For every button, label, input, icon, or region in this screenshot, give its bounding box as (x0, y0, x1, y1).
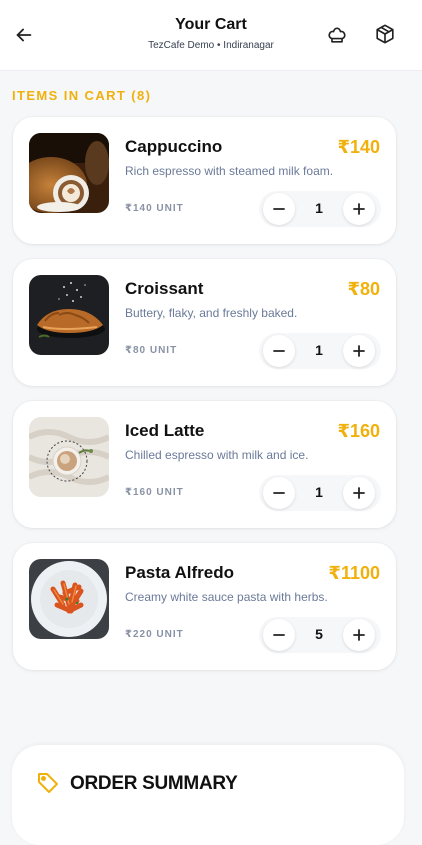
item-description: Chilled espresso with milk and ice. (125, 448, 309, 462)
quantity-stepper: 1 (259, 333, 381, 369)
plus-icon (353, 203, 365, 215)
plus-icon (353, 629, 365, 641)
kitchen-button[interactable] (325, 22, 349, 46)
cart-item-card: Pasta Alfredo ₹1100 Creamy white sauce p… (13, 543, 396, 670)
plus-icon (353, 345, 365, 357)
app-header: Your Cart TezCafe Demo • Indiranagar (0, 0, 422, 71)
plus-icon (353, 487, 365, 499)
page-title: Your Cart (175, 16, 247, 33)
decrease-quantity-button[interactable] (263, 335, 295, 367)
minus-icon (273, 350, 285, 352)
item-description: Creamy white sauce pasta with herbs. (125, 590, 328, 604)
item-total-price: ₹140 (337, 137, 380, 157)
minus-icon (273, 492, 285, 494)
item-unit-price: ₹80 UNIT (125, 345, 178, 356)
item-unit-price: ₹160 UNIT (125, 487, 184, 498)
quantity-stepper: 5 (259, 617, 381, 653)
quantity-value: 1 (315, 484, 323, 500)
item-name: Croissant (125, 279, 204, 298)
decrease-quantity-button[interactable] (263, 477, 295, 509)
item-name: Pasta Alfredo (125, 563, 234, 582)
item-name: Iced Latte (125, 421, 205, 440)
item-description: Buttery, flaky, and freshly baked. (125, 306, 298, 320)
quantity-value: 5 (315, 626, 323, 642)
item-image (29, 559, 109, 639)
package-icon (376, 24, 394, 44)
increase-quantity-button[interactable] (343, 619, 375, 651)
order-summary-panel: ORDER SUMMARY (12, 745, 404, 845)
item-description: Rich espresso with steamed milk foam. (125, 164, 334, 178)
item-image (29, 133, 109, 213)
orders-button[interactable] (373, 22, 397, 46)
decrease-quantity-button[interactable] (263, 619, 295, 651)
item-unit-price: ₹140 UNIT (125, 203, 184, 214)
item-image (29, 417, 109, 497)
quantity-value: 1 (315, 342, 323, 358)
item-unit-price: ₹220 UNIT (125, 629, 184, 640)
quantity-stepper: 1 (259, 475, 381, 511)
decrease-quantity-button[interactable] (263, 193, 295, 225)
quantity-value: 1 (315, 200, 323, 216)
increase-quantity-button[interactable] (343, 335, 375, 367)
cart-section-label: ITEMS IN CART (8) (12, 88, 152, 103)
increase-quantity-button[interactable] (343, 193, 375, 225)
tag-icon (36, 771, 60, 795)
item-image (29, 275, 109, 355)
item-total-price: ₹160 (337, 421, 380, 441)
item-total-price: ₹80 (347, 279, 380, 299)
minus-icon (273, 208, 285, 210)
order-summary-title: ORDER SUMMARY (70, 773, 238, 794)
item-name: Cappuccino (125, 137, 223, 156)
cart-item-card: Croissant ₹80 Buttery, flaky, and freshl… (13, 259, 396, 386)
cart-item-card: Cappuccino ₹140 Rich espresso with steam… (13, 117, 396, 244)
cart-item-card: Iced Latte ₹160 Chilled espresso with mi… (13, 401, 396, 528)
item-total-price: ₹1100 (328, 563, 380, 583)
store-subtitle: TezCafe Demo • Indiranagar (148, 40, 274, 51)
chef-hat-icon (328, 27, 346, 43)
minus-icon (273, 634, 285, 636)
increase-quantity-button[interactable] (343, 477, 375, 509)
quantity-stepper: 1 (259, 191, 381, 227)
